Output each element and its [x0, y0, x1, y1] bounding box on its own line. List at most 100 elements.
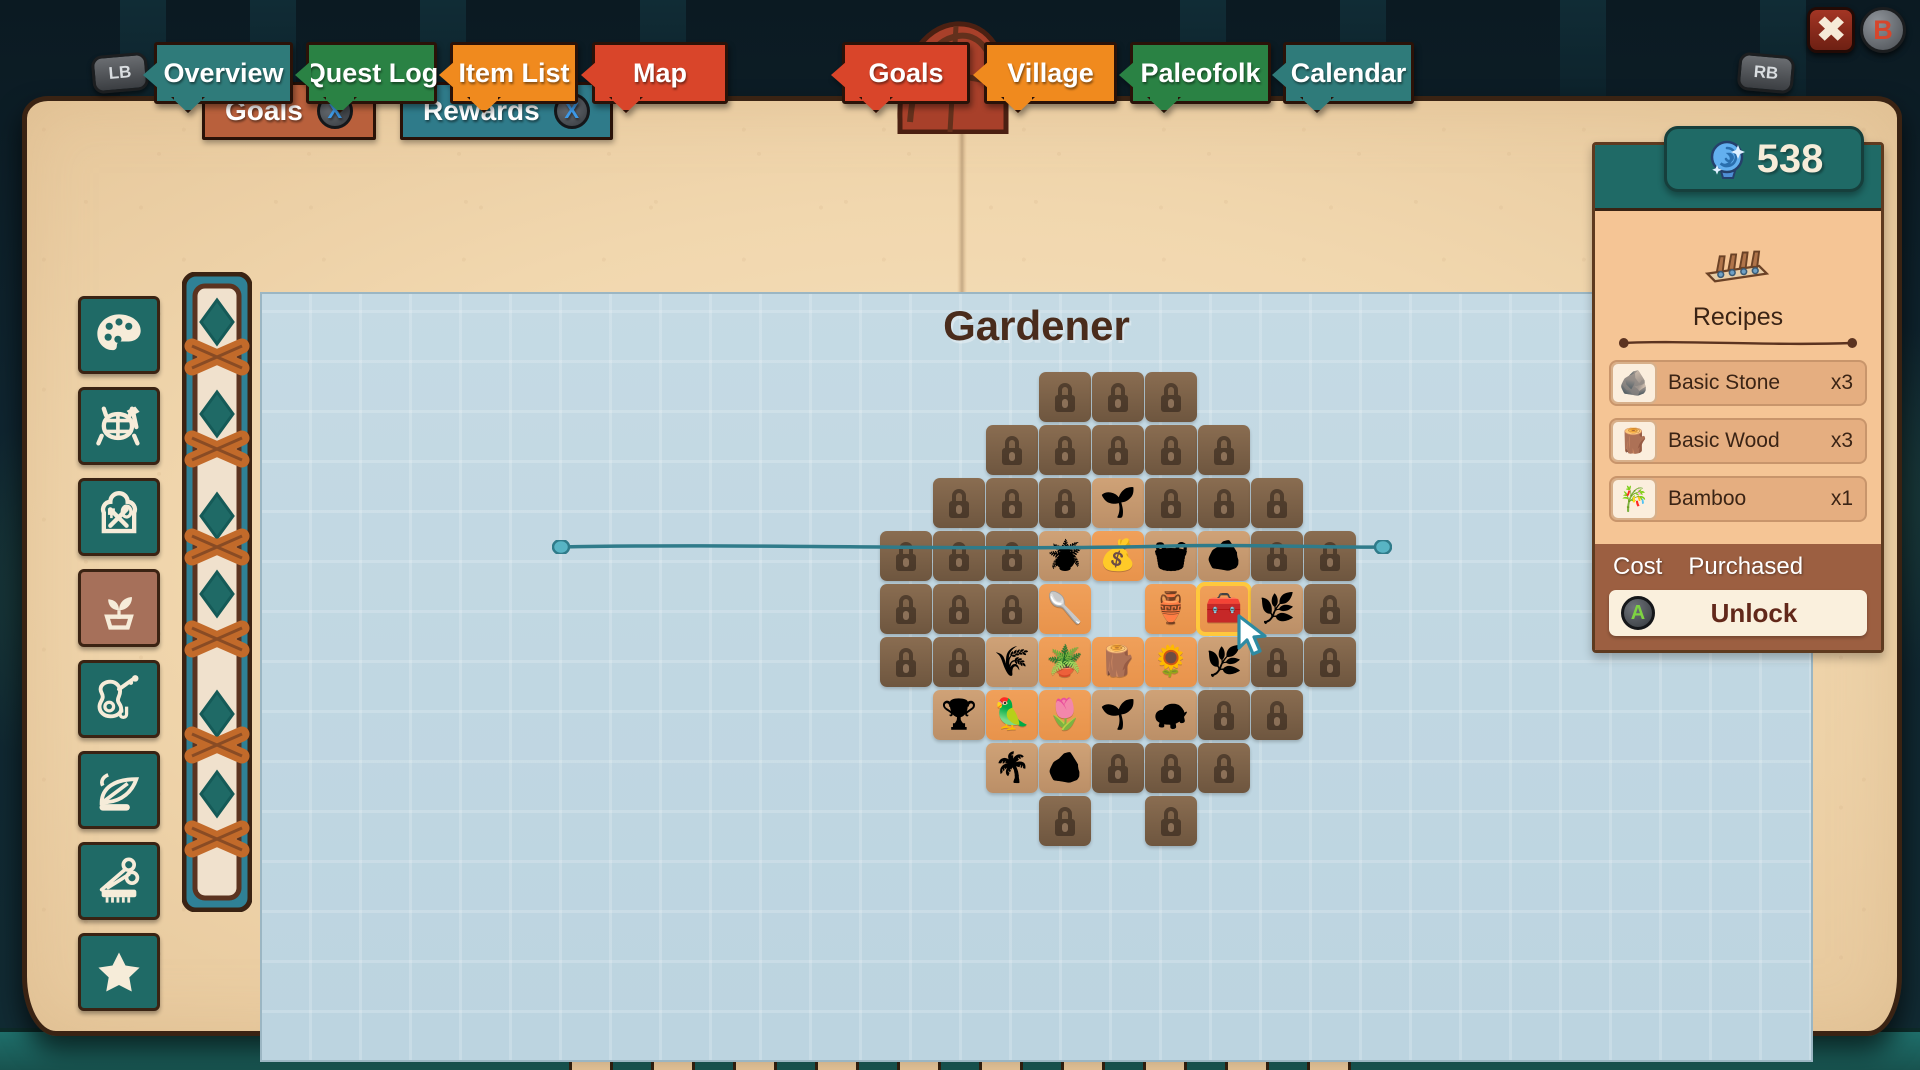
- sidebar-item-musician[interactable]: [78, 660, 160, 738]
- skill-tile[interactable]: [880, 531, 932, 581]
- skill-tile[interactable]: [1198, 690, 1250, 740]
- skill-tile[interactable]: 🪨: [1039, 743, 1091, 793]
- skill-tile[interactable]: [933, 637, 985, 687]
- sidebar-item-artist[interactable]: [78, 296, 160, 374]
- skill-tile[interactable]: 🐢: [1145, 690, 1197, 740]
- skill-tile[interactable]: [880, 584, 932, 634]
- nav-tab-village[interactable]: Village: [984, 42, 1117, 104]
- shoulder-left-button[interactable]: LB: [90, 51, 150, 95]
- skill-tile[interactable]: 💰: [1092, 531, 1144, 581]
- skill-tile[interactable]: 🌱: [1092, 478, 1144, 528]
- skill-tile[interactable]: 🌷: [1039, 690, 1091, 740]
- lock-icon: [946, 594, 972, 624]
- sidebar-item-fossils[interactable]: [78, 387, 160, 465]
- stone-icon: 🪨: [1611, 362, 1657, 404]
- plant-icon: [104, 597, 134, 630]
- skill-tile[interactable]: [933, 478, 985, 528]
- skill-tile[interactable]: 🥄: [1039, 584, 1091, 634]
- skill-tile[interactable]: [1039, 425, 1091, 475]
- skill-tile[interactable]: 🌱: [1092, 690, 1144, 740]
- skill-tile[interactable]: [1251, 478, 1303, 528]
- recipes-divider: [1617, 336, 1859, 348]
- skill-tile[interactable]: [986, 425, 1038, 475]
- sidebar-item-barber[interactable]: [78, 842, 160, 920]
- skill-tile[interactable]: [933, 584, 985, 634]
- skill-tile[interactable]: [1198, 478, 1250, 528]
- close-icon[interactable]: ✖: [1807, 7, 1855, 53]
- skill-tile[interactable]: [1145, 372, 1197, 422]
- skill-tile[interactable]: 🪴: [1039, 637, 1091, 687]
- skill-tile[interactable]: 🌴: [986, 743, 1038, 793]
- skill-tile[interactable]: [986, 478, 1038, 528]
- skill-tile[interactable]: [1145, 478, 1197, 528]
- skill-tile[interactable]: [1198, 425, 1250, 475]
- sidebar-item-writer[interactable]: [78, 751, 160, 829]
- sidebar-item-favorites[interactable]: [78, 933, 160, 1011]
- nav-tab-paleofolk[interactable]: Paleofolk: [1130, 42, 1271, 104]
- recipe-name: Bamboo: [1668, 487, 1747, 510]
- skill-tile[interactable]: 🌿: [1198, 637, 1250, 687]
- sidebar-item-chef[interactable]: [78, 478, 160, 556]
- nav-tab-calendar[interactable]: Calendar: [1283, 42, 1414, 104]
- palette-icon: [97, 314, 141, 351]
- skill-tile[interactable]: 🏆: [933, 690, 985, 740]
- skill-tile[interactable]: [1092, 425, 1144, 475]
- skill-tile[interactable]: [1251, 637, 1303, 687]
- skill-tile[interactable]: 🌾: [986, 637, 1038, 687]
- skill-tile[interactable]: 🌻: [1145, 637, 1197, 687]
- nav-tab-quest-log[interactable]: Quest Log: [305, 42, 438, 104]
- skill-tile[interactable]: [1304, 637, 1356, 687]
- skill-tile[interactable]: [986, 584, 1038, 634]
- nav-tab-map[interactable]: Map: [592, 42, 728, 104]
- skill-tile[interactable]: [1145, 425, 1197, 475]
- nav-tab-item-list[interactable]: Item List: [450, 42, 578, 104]
- skill-tile[interactable]: [933, 531, 985, 581]
- skill-tile-trowel-tidy[interactable]: 🧰: [1196, 582, 1252, 636]
- cost-row: Cost Purchased: [1609, 553, 1867, 590]
- skill-tile[interactable]: 🌿: [1251, 584, 1303, 634]
- lock-icon: [1052, 435, 1078, 465]
- skill-tile[interactable]: [1198, 743, 1250, 793]
- skill-tile[interactable]: [986, 531, 1038, 581]
- unlock-button[interactable]: A Unlock: [1609, 590, 1867, 636]
- skill-tile[interactable]: 🪨: [1198, 531, 1250, 581]
- skill-tile[interactable]: [1092, 372, 1144, 422]
- skill-tile[interactable]: [1145, 796, 1197, 846]
- shoulder-right-button[interactable]: RB: [1736, 51, 1796, 95]
- skill-tile[interactable]: [1039, 372, 1091, 422]
- skill-tile[interactable]: [1251, 690, 1303, 740]
- skill-tile[interactable]: [1304, 584, 1356, 634]
- skill-tile[interactable]: [1145, 743, 1197, 793]
- guitar-icon: [97, 675, 139, 720]
- sidebar-item-gardener[interactable]: [78, 569, 160, 647]
- skill-tile[interactable]: 🪵: [1092, 637, 1144, 687]
- quill-icon: [99, 773, 140, 811]
- recipe-row: 🪨 Basic Stone x3: [1609, 360, 1867, 406]
- skill-tile[interactable]: [1251, 531, 1303, 581]
- skill-tile[interactable]: 🦜: [986, 690, 1038, 740]
- nav-tab-goals[interactable]: Goals: [842, 42, 970, 104]
- recipe-qty: x1: [1830, 487, 1853, 510]
- gamepad-b-button[interactable]: B: [1860, 7, 1906, 53]
- lock-icon: [1158, 806, 1184, 836]
- skill-tile[interactable]: [1304, 531, 1356, 581]
- currency-value: 538: [1756, 136, 1824, 181]
- skill-tile[interactable]: [1039, 796, 1091, 846]
- skill-tile[interactable]: 🧺: [1145, 531, 1197, 581]
- fossil-icon: [96, 406, 140, 446]
- skill-tile[interactable]: [1092, 743, 1144, 793]
- nav-tab-overview[interactable]: Overview: [154, 42, 293, 104]
- shell-icon: [1710, 140, 1745, 179]
- lock-icon: [1052, 382, 1078, 412]
- skill-tile-icon: 🌿: [1205, 645, 1243, 678]
- skill-tile[interactable]: [880, 637, 932, 687]
- skill-tile[interactable]: 🏺: [1145, 584, 1197, 634]
- skill-tile[interactable]: 🪴: [1039, 531, 1091, 581]
- skill-tile[interactable]: [1039, 478, 1091, 528]
- chef-icon: [100, 491, 138, 534]
- lock-icon: [1264, 488, 1290, 518]
- recipe-name: Basic Stone: [1668, 371, 1781, 394]
- lock-icon: [1264, 647, 1290, 677]
- gamepad-a-button[interactable]: A: [1621, 596, 1655, 630]
- skill-tile-icon: 🪵: [1099, 645, 1137, 678]
